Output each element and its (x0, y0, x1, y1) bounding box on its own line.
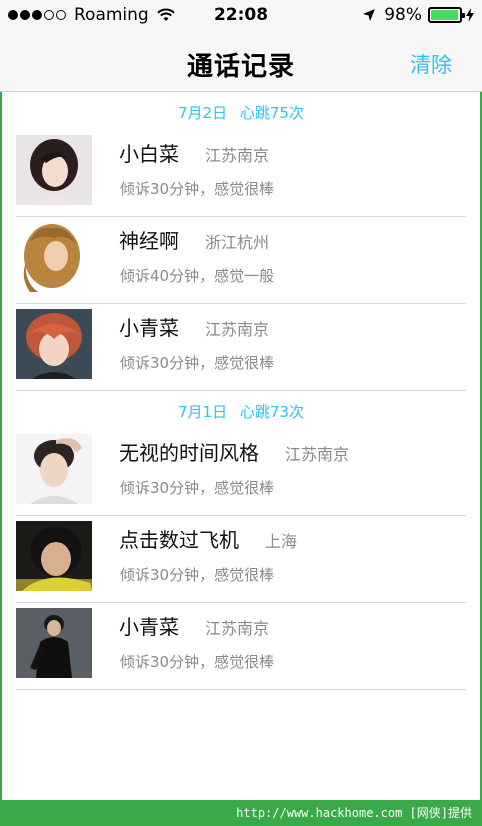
avatar (16, 222, 92, 292)
avatar-portrait-image (16, 521, 92, 591)
list-item[interactable]: 小青菜 江苏南京 倾诉30分钟，感觉很棒 (16, 304, 466, 391)
name-line: 点击数过飞机 上海 (119, 524, 297, 553)
battery-icon (428, 7, 465, 23)
call-summary: 倾诉40分钟，感觉一般 (120, 267, 275, 285)
avatar (16, 521, 92, 591)
contact-name: 小白菜 (119, 142, 179, 166)
avatar-portrait-image (16, 135, 92, 205)
name-line: 小白菜 江苏南京 (119, 138, 269, 167)
avatar (16, 434, 92, 504)
avatar-portrait-image (16, 608, 92, 678)
contact-name: 点击数过飞机 (119, 528, 239, 552)
call-summary: 倾诉30分钟，感觉很棒 (120, 479, 275, 497)
avatar-portrait-image (16, 434, 92, 504)
list-item[interactable]: 点击数过飞机 上海 倾诉30分钟，感觉很棒 (16, 516, 466, 603)
list-item[interactable]: 小白菜 江苏南京 倾诉30分钟，感觉很棒 (16, 130, 466, 217)
avatar (16, 309, 92, 379)
contact-location: 上海 (265, 532, 298, 551)
avatar-portrait-image (16, 222, 92, 292)
contact-name: 神经啊 (119, 229, 179, 253)
avatar-portrait-image (16, 309, 92, 379)
call-summary: 倾诉30分钟，感觉很棒 (120, 354, 275, 372)
section-heartbeat: 心跳73次 (239, 403, 304, 421)
location-arrow-icon (363, 9, 376, 21)
avatar (16, 608, 92, 678)
contact-name: 小青菜 (119, 316, 179, 340)
name-line: 小青菜 江苏南京 (119, 312, 269, 341)
battery-tip (462, 13, 465, 18)
section-date: 7月2日 (178, 104, 228, 122)
list-item[interactable]: 神经啊 浙江杭州 倾诉40分钟，感觉一般 (16, 217, 466, 304)
name-line: 小青菜 江苏南京 (119, 611, 269, 640)
call-summary: 倾诉30分钟，感觉很棒 (120, 180, 275, 198)
contact-location: 江苏南京 (285, 445, 350, 464)
name-line: 神经啊 浙江杭州 (119, 225, 269, 254)
call-summary: 倾诉30分钟，感觉很棒 (120, 653, 275, 671)
contact-location: 江苏南京 (205, 619, 270, 638)
contact-location: 浙江杭州 (205, 233, 270, 252)
battery-percent: 98% (384, 5, 422, 25)
section-header: 7月1日 心跳73次 (0, 391, 482, 429)
section-header: 7月2日 心跳75次 (0, 92, 482, 130)
navigation-bar: 通话记录 清除 (0, 32, 482, 92)
avatar (16, 135, 92, 205)
contact-name: 小青菜 (119, 615, 179, 639)
call-record-list: 7月2日 心跳75次 小白菜 江苏南京 倾诉30分钟，感觉很棒 神经啊 浙江杭州… (0, 92, 482, 690)
list-item[interactable]: 小青菜 江苏南京 倾诉30分钟，感觉很棒 (16, 603, 466, 690)
clear-button[interactable]: 清除 (410, 49, 452, 79)
contact-location: 江苏南京 (205, 320, 270, 339)
list-item[interactable]: 无视的时间风格 江苏南京 倾诉30分钟，感觉很棒 (16, 429, 466, 516)
status-bar: Roaming 22:08 98% (0, 0, 482, 32)
battery-level-fill (431, 10, 459, 20)
contact-name: 无视的时间风格 (119, 441, 259, 465)
section-heartbeat: 心跳75次 (239, 104, 304, 122)
call-summary: 倾诉30分钟，感觉很棒 (120, 566, 275, 584)
section-date: 7月1日 (178, 403, 228, 421)
contact-location: 江苏南京 (205, 146, 270, 165)
watermark-bar: http://www.hackhome.com [网侠]提供 (0, 800, 482, 826)
charging-bolt-icon (466, 8, 474, 22)
name-line: 无视的时间风格 江苏南京 (119, 437, 349, 466)
status-bar-right: 98% (362, 5, 474, 25)
